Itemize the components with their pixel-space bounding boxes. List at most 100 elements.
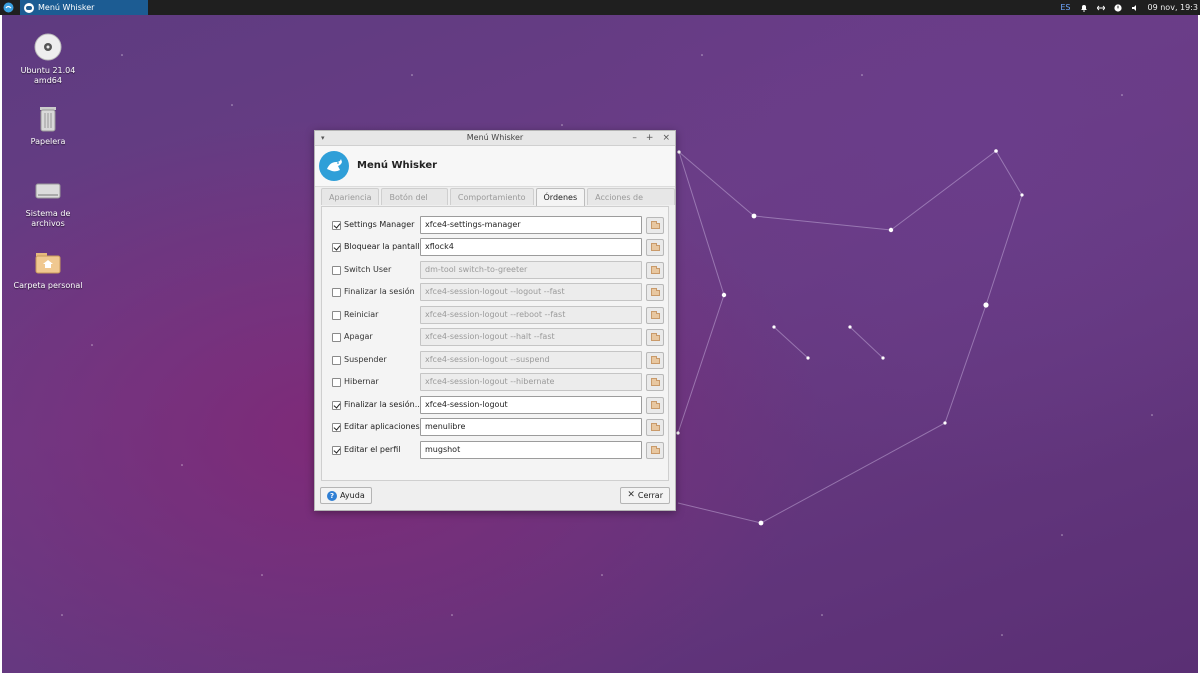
command-input[interactable]: dm-tool switch-to-greeter xyxy=(420,261,642,279)
tab-commands[interactable]: Órdenes xyxy=(535,188,586,206)
help-icon: ? xyxy=(327,490,337,501)
top-panel: Menú Whisker ES 09 nov, 19:3 xyxy=(0,0,1200,15)
browse-button[interactable] xyxy=(646,374,664,391)
command-checkbox[interactable] xyxy=(332,266,341,275)
command-checkbox[interactable] xyxy=(332,378,341,387)
volume-icon[interactable] xyxy=(1131,4,1139,12)
disc-icon xyxy=(33,32,63,62)
folder-icon xyxy=(651,401,660,409)
desktop-icon-trash[interactable]: Papelera xyxy=(12,103,84,147)
command-row: Settings Manager xfce4-settings-manager xyxy=(322,216,668,236)
notification-bell-icon[interactable] xyxy=(1080,4,1088,12)
window-menu-icon[interactable]: ▾ xyxy=(321,131,325,145)
tab-appearance[interactable]: Apariencia xyxy=(321,188,380,205)
desktop-icon-label: Sistema de archivos xyxy=(25,209,71,228)
command-label: Editar el perfil xyxy=(344,445,401,454)
close-icon: ✕ xyxy=(627,490,635,500)
help-button[interactable]: ? Ayuda xyxy=(320,487,372,504)
command-label: Hibernar xyxy=(344,377,379,386)
browse-button[interactable] xyxy=(646,442,664,459)
power-icon[interactable] xyxy=(1113,3,1122,12)
command-label: Settings Manager xyxy=(344,220,415,229)
folder-icon xyxy=(651,266,660,274)
browse-button[interactable] xyxy=(646,329,664,346)
command-row: Finalizar la sesión... xfce4-session-log… xyxy=(322,396,668,416)
command-label: Switch User xyxy=(344,265,392,274)
command-label: Finalizar la sesión xyxy=(344,287,415,296)
browse-button[interactable] xyxy=(646,239,664,256)
folder-icon xyxy=(651,356,660,364)
desktop-icon-ubuntu-disc[interactable]: Ubuntu 21.04 amd64 xyxy=(12,32,84,86)
close-button-label: Cerrar xyxy=(637,491,663,500)
command-checkbox[interactable] xyxy=(332,446,341,455)
command-input[interactable]: xfce4-session-logout --suspend xyxy=(420,351,642,369)
close-button[interactable]: ✕ Cerrar xyxy=(620,487,670,504)
whisker-logo-icon xyxy=(319,151,349,181)
folder-icon xyxy=(651,423,660,431)
browse-button[interactable] xyxy=(646,262,664,279)
whisker-menu-button[interactable] xyxy=(3,2,14,13)
command-input[interactable]: xfce4-session-logout xyxy=(420,396,642,414)
browse-button[interactable] xyxy=(646,419,664,436)
browse-button[interactable] xyxy=(646,307,664,324)
dialog-header: Menú Whisker xyxy=(315,146,675,187)
command-row: Switch User dm-tool switch-to-greeter xyxy=(322,261,668,281)
command-checkbox[interactable] xyxy=(332,311,341,320)
command-input[interactable]: xfce4-settings-manager xyxy=(420,216,642,234)
tab-behavior[interactable]: Comportamiento xyxy=(449,188,534,205)
command-checkbox[interactable] xyxy=(332,401,341,410)
clock[interactable]: 09 nov, 19:3 xyxy=(1148,3,1198,12)
command-input[interactable]: xflock4 xyxy=(420,238,642,256)
drive-icon xyxy=(33,175,63,205)
command-row: Finalizar la sesión xfce4-session-logout… xyxy=(322,283,668,303)
desktop-icon-filesystem[interactable]: Sistema de archivos xyxy=(12,175,84,229)
command-input[interactable]: xfce4-session-logout --halt --fast xyxy=(420,328,642,346)
tab-panel-button[interactable]: Botón del panel xyxy=(381,188,448,219)
whisker-settings-window: ▾ Menú Whisker – + × Menú Whisker Aparie… xyxy=(314,130,676,511)
command-row: Hibernar xfce4-session-logout --hibernat… xyxy=(322,373,668,393)
command-input[interactable]: xfce4-session-logout --logout --fast xyxy=(420,283,642,301)
command-label: Suspender xyxy=(344,355,387,364)
command-checkbox[interactable] xyxy=(332,356,341,365)
command-checkbox[interactable] xyxy=(332,221,341,230)
taskbar-window-button[interactable]: Menú Whisker xyxy=(20,0,148,15)
command-checkbox[interactable] xyxy=(332,243,341,252)
whisker-app-icon xyxy=(24,2,34,13)
window-titlebar[interactable]: ▾ Menú Whisker – + × xyxy=(315,131,675,146)
minimize-button[interactable]: – xyxy=(632,131,637,145)
command-row: Bloquear la pantalla xflock4 xyxy=(322,238,668,258)
browse-button[interactable] xyxy=(646,284,664,301)
command-checkbox[interactable] xyxy=(332,288,341,297)
browse-button[interactable] xyxy=(646,217,664,234)
command-label: Apagar xyxy=(344,332,373,341)
command-label: Reiniciar xyxy=(344,310,379,319)
folder-icon xyxy=(651,311,660,319)
close-window-button[interactable]: × xyxy=(662,131,670,145)
command-input[interactable]: mugshot xyxy=(420,441,642,459)
taskbar-window-title: Menú Whisker xyxy=(38,3,95,12)
command-checkbox[interactable] xyxy=(332,423,341,432)
maximize-button[interactable]: + xyxy=(646,131,654,145)
system-tray: ES 09 nov, 19:3 xyxy=(1060,0,1200,15)
command-row: Editar el perfil mugshot xyxy=(322,441,668,461)
command-input[interactable]: xfce4-session-logout --hibernate xyxy=(420,373,642,391)
network-icon[interactable] xyxy=(1096,4,1105,12)
whisker-menu-icon xyxy=(3,2,14,13)
command-checkbox[interactable] xyxy=(332,333,341,342)
keyboard-layout-indicator[interactable]: ES xyxy=(1060,3,1070,12)
command-input[interactable]: xfce4-session-logout --reboot --fast xyxy=(420,306,642,324)
desktop-icon-label: Papelera xyxy=(30,137,66,146)
browse-button[interactable] xyxy=(646,397,664,414)
trash-icon xyxy=(33,103,63,133)
command-row: Editar aplicaciones menulibre xyxy=(322,418,668,438)
window-title: Menú Whisker xyxy=(466,133,524,142)
folder-icon xyxy=(651,288,660,296)
desktop-icon-home-folder[interactable]: Carpeta personal xyxy=(12,247,84,291)
browse-button[interactable] xyxy=(646,352,664,369)
folder-icon xyxy=(651,243,660,251)
desktop-icon-label: Ubuntu 21.04 amd64 xyxy=(20,66,76,85)
tab-search-actions[interactable]: Acciones de búsqueda xyxy=(587,188,675,219)
folder-icon xyxy=(651,378,660,386)
command-input[interactable]: menulibre xyxy=(420,418,642,436)
command-label: Bloquear la pantalla xyxy=(344,242,425,251)
